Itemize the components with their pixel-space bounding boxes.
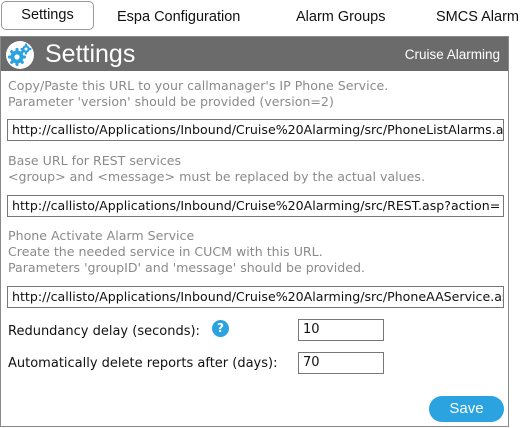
auto-delete-label: Automatically delete reports after (days…: [8, 356, 278, 371]
save-button[interactable]: Save: [429, 396, 504, 422]
phone-service-help-line1: Copy/Paste this URL to your callmanager'…: [8, 78, 389, 93]
redundancy-delay-input[interactable]: 10: [298, 319, 384, 341]
panel-header: Settings Cruise Alarming: [1, 37, 508, 71]
page-title: Settings: [45, 40, 136, 68]
rest-url-field[interactable]: http://callisto/Applications/Inbound/Cru…: [7, 195, 504, 217]
panel-subtitle: Cruise Alarming: [404, 47, 500, 62]
phone-activate-url-field[interactable]: http://callisto/Applications/Inbound/Cru…: [7, 286, 504, 308]
phone-activate-help-line3: Parameters 'groupID' and 'message' shoul…: [8, 260, 365, 275]
tab-settings[interactable]: Settings: [1, 1, 94, 30]
redundancy-delay-label: Redundancy delay (seconds):: [8, 324, 200, 339]
tab-smcs-alarm[interactable]: SMCS Alarm: [436, 6, 519, 28]
rest-help-line1: Base URL for REST services: [8, 153, 182, 168]
help-icon[interactable]: ?: [212, 320, 229, 337]
phone-service-help-line2: Parameter 'version' should be provided (…: [8, 94, 334, 109]
phone-activate-help-line2: Create the needed service in CUCM with t…: [8, 244, 323, 259]
tab-alarm-groups[interactable]: Alarm Groups: [296, 6, 385, 28]
phone-service-url-field[interactable]: http://callisto/Applications/Inbound/Cru…: [7, 119, 504, 141]
auto-delete-days-input[interactable]: 70: [298, 352, 384, 374]
tab-espa-configuration[interactable]: Espa Configuration: [117, 6, 240, 28]
phone-activate-help-line1: Phone Activate Alarm Service: [8, 228, 195, 243]
settings-panel: Settings Cruise Alarming Copy/Paste this…: [0, 36, 509, 427]
gear-icon: [6, 41, 34, 69]
tab-bar: Settings Espa Configuration Alarm Groups…: [0, 0, 524, 34]
rest-help-line2: <group> and <message> must be replaced b…: [8, 169, 425, 184]
